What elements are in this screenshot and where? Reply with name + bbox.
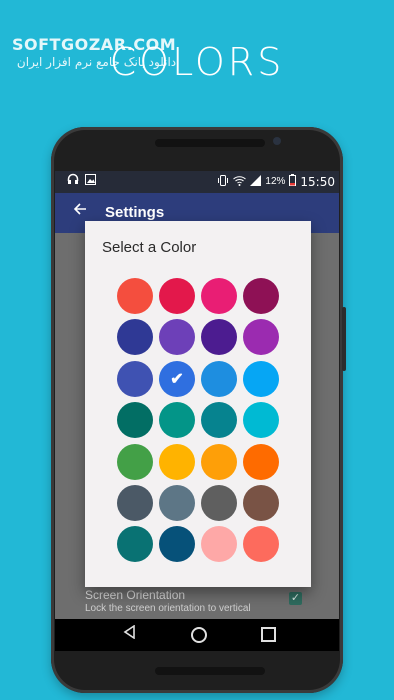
color-swatch[interactable] <box>159 319 195 356</box>
color-swatch[interactable] <box>201 360 237 397</box>
screen-orientation-title[interactable]: Screen Orientation <box>85 588 185 602</box>
color-swatch[interactable] <box>117 443 153 480</box>
color-swatch[interactable] <box>243 443 279 480</box>
color-swatch[interactable] <box>117 278 153 314</box>
check-icon: ✔ <box>170 370 184 388</box>
color-swatch[interactable] <box>243 360 279 397</box>
color-swatch[interactable] <box>117 402 153 439</box>
color-swatch[interactable]: ✔ <box>159 360 195 397</box>
power-button <box>342 307 346 371</box>
color-swatch[interactable] <box>201 443 237 480</box>
color-swatch[interactable] <box>159 278 195 314</box>
color-swatch[interactable] <box>159 484 195 521</box>
dialog-title: Select a Color <box>102 239 197 256</box>
color-swatch[interactable] <box>159 443 195 480</box>
screen-orientation-subtitle: Lock the screen orientation to vertical <box>85 603 251 614</box>
color-swatch[interactable] <box>159 526 195 563</box>
color-swatch[interactable] <box>159 402 195 439</box>
battery-percent: 12% <box>265 176 286 187</box>
color-swatch[interactable] <box>243 319 279 356</box>
color-swatch[interactable] <box>201 278 237 314</box>
color-grid: ✔ <box>117 278 281 563</box>
color-swatch[interactable] <box>201 526 237 563</box>
color-swatch[interactable] <box>117 484 153 521</box>
signal-icon <box>250 174 262 189</box>
color-swatch[interactable] <box>243 526 279 563</box>
color-swatch[interactable] <box>117 360 153 397</box>
color-swatch[interactable] <box>201 484 237 521</box>
navigation-bar <box>55 619 339 651</box>
battery-icon <box>289 174 297 189</box>
page-title: Settings <box>105 204 165 221</box>
color-swatch[interactable] <box>243 484 279 521</box>
headline: COLORS <box>109 40 285 84</box>
nav-recents-icon[interactable] <box>261 627 276 642</box>
status-bar: 12% 15:50 <box>55 171 339 193</box>
color-swatch[interactable] <box>117 526 153 563</box>
arrow-back-icon[interactable] <box>73 202 87 221</box>
top-speaker <box>155 139 265 147</box>
front-camera <box>273 137 281 145</box>
select-color-dialog: Select a Color ✔ <box>85 221 311 587</box>
bottom-speaker <box>155 667 265 675</box>
color-swatch[interactable] <box>201 319 237 356</box>
headphones-icon <box>67 173 79 188</box>
color-swatch[interactable] <box>243 278 279 314</box>
color-swatch[interactable] <box>243 402 279 439</box>
phone-frame: 12% 15:50 Settings Screen Orientation Lo… <box>51 127 346 693</box>
wifi-icon <box>233 175 247 189</box>
phone-screen: 12% 15:50 Settings Screen Orientation Lo… <box>55 171 339 651</box>
vibrate-icon <box>217 174 229 189</box>
nav-back-icon[interactable] <box>123 624 137 642</box>
color-swatch[interactable] <box>201 402 237 439</box>
color-swatch[interactable] <box>117 319 153 356</box>
screen-orientation-checkbox[interactable]: ✓ <box>289 592 302 605</box>
clock: 15:50 <box>300 174 335 189</box>
image-icon <box>85 173 96 188</box>
nav-home-icon[interactable] <box>191 627 207 643</box>
